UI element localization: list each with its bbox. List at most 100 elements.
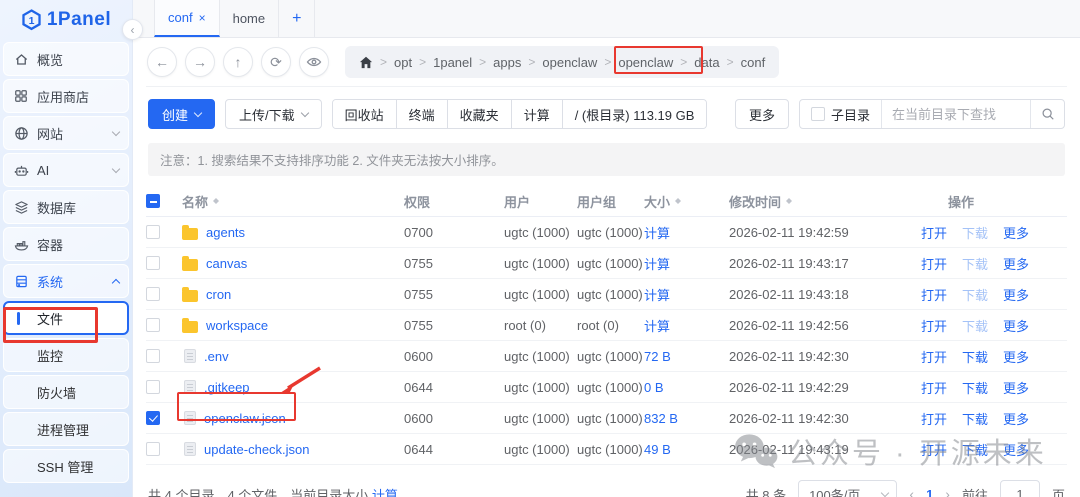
file-name-link[interactable]: canvas — [206, 256, 247, 271]
calculate-button[interactable]: 计算 — [510, 100, 562, 128]
size-link[interactable]: 计算 — [644, 226, 670, 241]
more-button[interactable]: 更多 — [734, 99, 789, 129]
size-link[interactable]: 72 B — [644, 349, 671, 364]
breadcrumb-segment[interactable]: 1panel — [433, 55, 472, 70]
row-checkbox[interactable] — [146, 256, 160, 270]
tab-conf[interactable]: conf × — [154, 0, 220, 37]
more-link[interactable]: 更多 — [1003, 440, 1029, 459]
select-all-checkbox[interactable] — [146, 194, 160, 208]
row-checkbox[interactable] — [146, 349, 160, 363]
checkbox-icon[interactable] — [810, 107, 825, 121]
open-link[interactable]: 打开 — [921, 223, 947, 242]
breadcrumb-segment[interactable]: opt — [394, 55, 412, 70]
sort-icon[interactable] — [786, 195, 793, 207]
row-checkbox[interactable] — [146, 442, 160, 456]
sidebar-item-website[interactable]: 网站 — [3, 116, 129, 150]
more-link[interactable]: 更多 — [1003, 285, 1029, 304]
download-link[interactable]: 下载 — [962, 409, 988, 428]
sidebar-item-database[interactable]: 数据库 — [3, 190, 129, 224]
calculate-size-link[interactable]: 计算 — [372, 488, 398, 497]
favorites-button[interactable]: 收藏夹 — [446, 100, 511, 128]
table-row[interactable]: workspace 0755 root (0) root (0) 计算 2026… — [146, 310, 1067, 341]
download-link[interactable]: 下载 — [962, 440, 988, 459]
header-mtime[interactable]: 修改时间 — [729, 192, 781, 211]
forward-button[interactable]: → — [185, 47, 215, 77]
home-icon[interactable] — [359, 56, 373, 69]
sidebar-collapse-button[interactable]: ‹ — [122, 19, 143, 40]
open-link[interactable]: 打开 — [921, 440, 947, 459]
subdirectory-checkbox[interactable]: 子目录 — [800, 100, 882, 128]
sort-icon[interactable] — [213, 195, 220, 207]
download-link[interactable]: 下载 — [962, 378, 988, 397]
breadcrumb-segment[interactable]: openclaw — [542, 55, 597, 70]
row-checkbox[interactable] — [146, 225, 160, 239]
terminal-button[interactable]: 终端 — [395, 100, 447, 128]
table-row[interactable]: agents 0700 ugtc (1000) ugtc (1000) 计算 2… — [146, 217, 1067, 248]
size-link[interactable]: 计算 — [644, 319, 670, 334]
open-link[interactable]: 打开 — [921, 285, 947, 304]
more-link[interactable]: 更多 — [1003, 254, 1029, 273]
sidebar-item-firewall[interactable]: 防火墙 — [3, 375, 129, 409]
next-page-button[interactable]: › — [945, 486, 950, 497]
file-name-link[interactable]: agents — [206, 225, 245, 240]
breadcrumb-segment[interactable]: openclaw — [618, 55, 673, 70]
search-input[interactable] — [882, 106, 1030, 122]
more-link[interactable]: 更多 — [1003, 347, 1029, 366]
sidebar-item-files[interactable]: 文件 — [3, 301, 129, 335]
recycle-bin-button[interactable]: 回收站 — [332, 100, 396, 128]
download-link[interactable]: 下载 — [962, 285, 988, 304]
table-row[interactable]: .gitkeep 0644 ugtc (1000) ugtc (1000) 0 … — [146, 372, 1067, 403]
goto-page-input[interactable] — [999, 480, 1040, 497]
breadcrumb-segment[interactable]: conf — [741, 55, 766, 70]
row-checkbox[interactable] — [146, 287, 160, 301]
sidebar-item-ai[interactable]: AI — [3, 153, 129, 187]
file-name-link[interactable]: workspace — [206, 318, 268, 333]
table-row[interactable]: update-check.json 0644 ugtc (1000) ugtc … — [146, 434, 1067, 465]
table-row[interactable]: cron 0755 ugtc (1000) ugtc (1000) 计算 202… — [146, 279, 1067, 310]
table-row[interactable]: canvas 0755 ugtc (1000) ugtc (1000) 计算 2… — [146, 248, 1067, 279]
more-link[interactable]: 更多 — [1003, 409, 1029, 428]
size-link[interactable]: 计算 — [644, 257, 670, 272]
open-link[interactable]: 打开 — [921, 409, 947, 428]
size-link[interactable]: 计算 — [644, 288, 670, 303]
header-size[interactable]: 大小 — [644, 192, 670, 211]
more-link[interactable]: 更多 — [1003, 378, 1029, 397]
refresh-button[interactable]: ⟳ — [261, 47, 291, 77]
show-hidden-button[interactable] — [299, 47, 329, 77]
file-name-link[interactable]: .gitkeep — [204, 380, 250, 395]
open-link[interactable]: 打开 — [921, 378, 947, 397]
close-icon[interactable]: × — [199, 11, 206, 25]
download-link[interactable]: 下载 — [962, 223, 988, 242]
more-link[interactable]: 更多 — [1003, 316, 1029, 335]
create-button[interactable]: 创建 — [148, 99, 216, 129]
sidebar-item-process[interactable]: 进程管理 — [3, 412, 129, 446]
more-link[interactable]: 更多 — [1003, 223, 1029, 242]
prev-page-button[interactable]: ‹ — [909, 486, 914, 497]
header-name[interactable]: 名称 — [182, 192, 208, 211]
up-button[interactable]: ↑ — [223, 47, 253, 77]
sidebar-item-appstore[interactable]: 应用商店 — [3, 79, 129, 113]
open-link[interactable]: 打开 — [921, 316, 947, 335]
sidebar-item-system[interactable]: 系统 — [3, 264, 129, 298]
table-row[interactable]: .env 0600 ugtc (1000) ugtc (1000) 72 B 2… — [146, 341, 1067, 372]
upload-download-button[interactable]: 上传/下载 — [225, 99, 322, 129]
open-link[interactable]: 打开 — [921, 254, 947, 273]
size-link[interactable]: 0 B — [644, 380, 664, 395]
root-disk-info[interactable]: / (根目录) 113.19 GB — [561, 100, 707, 128]
sort-icon[interactable] — [675, 195, 682, 207]
search-button[interactable] — [1030, 100, 1064, 128]
file-name-link[interactable]: openclaw.json — [204, 411, 286, 426]
file-name-link[interactable]: .env — [204, 349, 229, 364]
table-row[interactable]: openclaw.json 0600 ugtc (1000) ugtc (100… — [146, 403, 1067, 434]
download-link[interactable]: 下载 — [962, 316, 988, 335]
download-link[interactable]: 下载 — [962, 254, 988, 273]
size-link[interactable]: 832 B — [644, 411, 678, 426]
row-checkbox[interactable] — [146, 380, 160, 394]
file-name-link[interactable]: cron — [206, 287, 231, 302]
add-tab-button[interactable]: + — [279, 0, 316, 37]
sidebar-item-container[interactable]: 容器 — [3, 227, 129, 261]
sidebar-item-monitoring[interactable]: 监控 — [3, 338, 129, 372]
download-link[interactable]: 下载 — [962, 347, 988, 366]
breadcrumb-segment[interactable]: apps — [493, 55, 521, 70]
file-name-link[interactable]: update-check.json — [204, 442, 310, 457]
